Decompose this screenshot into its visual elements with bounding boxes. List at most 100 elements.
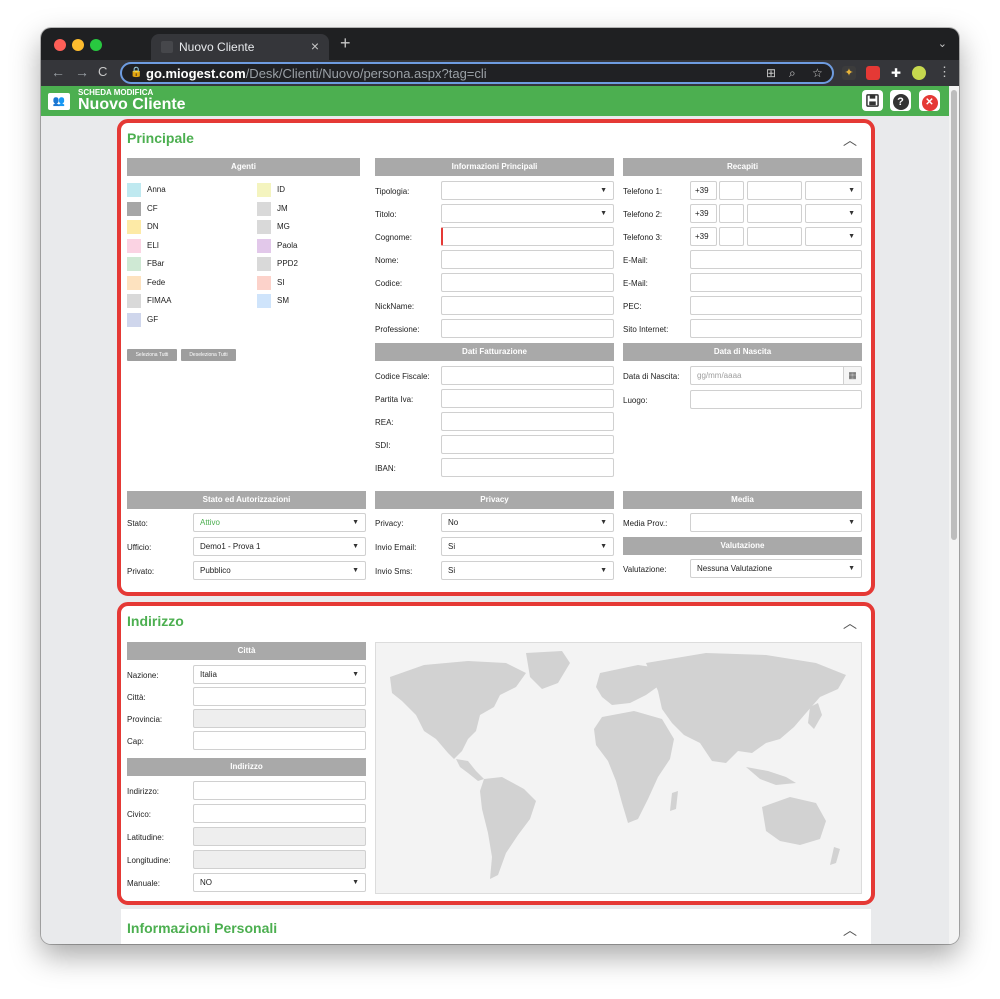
- phone-number-input[interactable]: [747, 181, 802, 200]
- agent-checkbox-dn[interactable]: DN: [127, 220, 247, 234]
- sito-internet-input[interactable]: [690, 319, 862, 338]
- forward-icon[interactable]: →: [75, 64, 89, 80]
- phone-area-input[interactable]: [719, 204, 744, 223]
- agent-checkbox-sm[interactable]: SM: [257, 294, 377, 308]
- ufficio-select[interactable]: Demo1 - Prova 1 ▼: [193, 537, 366, 556]
- agent-checkbox-eli[interactable]: ELI: [127, 238, 247, 253]
- help-button[interactable]: ?: [890, 90, 911, 111]
- phone-prefix-input[interactable]: +39: [690, 204, 717, 223]
- invio-email-select[interactable]: Si ▼: [441, 537, 614, 556]
- page-scrollbar[interactable]: [949, 86, 959, 944]
- address-bar[interactable]: 🔒 go.miogest.com/Desk/Clienti/Nuovo/pers…: [120, 62, 834, 84]
- bookmark-star-icon[interactable]: ☆: [812, 66, 823, 80]
- phone-type-select[interactable]: ▼: [805, 181, 862, 200]
- invio-sms-select[interactable]: Si ▼: [441, 561, 614, 580]
- cap-input[interactable]: [193, 731, 366, 750]
- cognome-input[interactable]: [441, 227, 614, 246]
- phone-area-input[interactable]: [719, 181, 744, 200]
- profile-avatar[interactable]: [912, 66, 926, 80]
- phone-number-input[interactable]: [747, 204, 802, 223]
- phone-type-select[interactable]: ▼: [805, 227, 862, 246]
- agent-color-swatch: [257, 183, 271, 197]
- e-mail-input[interactable]: [690, 273, 862, 292]
- save-button[interactable]: [862, 90, 883, 111]
- sdi-input[interactable]: [441, 435, 614, 454]
- titolo-label: Titolo:: [375, 210, 397, 219]
- agent-label: Anna: [147, 185, 166, 194]
- media-prov-select[interactable]: ▼: [690, 513, 862, 532]
- extensions-puzzle-icon[interactable]: ✚: [889, 66, 903, 80]
- stato-select[interactable]: Attivo ▼: [193, 513, 366, 532]
- collapse-chevron-icon[interactable]: ︿: [843, 920, 857, 940]
- phone-area-input[interactable]: [719, 227, 744, 246]
- agent-checkbox-fimaa[interactable]: FIMAA: [127, 294, 247, 308]
- pec-input[interactable]: [690, 296, 862, 315]
- back-icon[interactable]: ←: [51, 64, 65, 80]
- privacy-select[interactable]: No ▼: [441, 513, 614, 532]
- browser-menu-icon[interactable]: ⋮: [938, 64, 951, 80]
- civico-input[interactable]: [193, 804, 366, 823]
- agent-checkbox-anna[interactable]: Anna: [127, 183, 247, 197]
- nazione-select[interactable]: Italia ▼: [193, 665, 366, 684]
- birthplace-input[interactable]: [690, 390, 862, 409]
- rea-input[interactable]: [441, 412, 614, 431]
- birthdate-input[interactable]: gg/mm/aaaa ▦: [690, 366, 862, 385]
- collapse-chevron-icon[interactable]: ︿: [843, 613, 857, 633]
- tab-search-icon[interactable]: ⌄: [938, 37, 947, 50]
- minimize-window-button[interactable]: [72, 39, 84, 51]
- qr-code-icon[interactable]: ⊞: [766, 66, 776, 80]
- select-all-button[interactable]: Seleziona Tutti: [127, 349, 177, 361]
- agent-checkbox-fede[interactable]: Fede: [127, 275, 247, 290]
- agent-checkbox-fbar[interactable]: FBar: [127, 257, 247, 271]
- agent-color-swatch: [127, 275, 141, 290]
- iban-input[interactable]: [441, 458, 614, 477]
- tab-nuovo-cliente[interactable]: Nuovo Cliente ×: [151, 34, 329, 60]
- agent-checkbox-cf[interactable]: CF: [127, 201, 247, 216]
- phone-prefix-input[interactable]: +39: [690, 227, 717, 246]
- agent-checkbox-paola[interactable]: Paola: [257, 238, 377, 253]
- stato-header: Stato ed Autorizzazioni: [127, 491, 366, 509]
- nickname-input[interactable]: [441, 296, 614, 315]
- phone-type-select[interactable]: ▼: [805, 204, 862, 223]
- calendar-icon[interactable]: ▦: [843, 367, 861, 384]
- extension-calendar-icon[interactable]: [866, 66, 880, 80]
- codice-fiscale-input[interactable]: [441, 366, 614, 385]
- close-form-button[interactable]: ✕: [919, 90, 940, 111]
- new-tab-button[interactable]: +: [340, 33, 351, 54]
- tipologia-select[interactable]: ▼: [441, 181, 614, 200]
- close-window-button[interactable]: [54, 39, 66, 51]
- agent-checkbox-mg[interactable]: MG: [257, 220, 377, 234]
- codice-input[interactable]: [441, 273, 614, 292]
- nome-input[interactable]: [441, 250, 614, 269]
- collapse-chevron-icon[interactable]: ︿: [843, 130, 857, 150]
- agent-checkbox-jm[interactable]: JM: [257, 201, 377, 216]
- citt-input[interactable]: [193, 687, 366, 706]
- manuale-select[interactable]: NO ▼: [193, 873, 366, 892]
- valutazione-select[interactable]: Nessuna Valutazione ▼: [690, 559, 862, 578]
- agent-checkbox-si[interactable]: SI: [257, 275, 377, 290]
- agent-checkbox-ppd2[interactable]: PPD2: [257, 257, 377, 271]
- dropdown-caret-icon: ▼: [600, 210, 607, 217]
- reload-icon[interactable]: C: [98, 64, 107, 79]
- world-map[interactable]: [375, 642, 862, 894]
- professione-input[interactable]: [441, 319, 614, 338]
- field-value: Attivo: [200, 518, 221, 527]
- agent-checkbox-id[interactable]: ID: [257, 183, 377, 197]
- field-value: No: [448, 518, 459, 527]
- provincia-label: Provincia:: [127, 715, 163, 724]
- scrollbar-thumb[interactable]: [951, 90, 957, 540]
- partita-iva-input[interactable]: [441, 389, 614, 408]
- agent-checkbox-gf[interactable]: GF: [127, 312, 247, 327]
- indirizzo-input[interactable]: [193, 781, 366, 800]
- e-mail-input[interactable]: [690, 250, 862, 269]
- privato-select[interactable]: Pubblico ▼: [193, 561, 366, 580]
- deselect-all-button[interactable]: Deseleziona Tutti: [181, 349, 236, 361]
- extension-icon[interactable]: ✦: [842, 66, 856, 80]
- zoom-icon[interactable]: ⌕: [789, 66, 796, 81]
- media-header: Media: [623, 491, 862, 509]
- phone-prefix-input[interactable]: +39: [690, 181, 717, 200]
- maximize-window-button[interactable]: [90, 39, 102, 51]
- titolo-select[interactable]: ▼: [441, 204, 614, 223]
- tab-close-icon[interactable]: ×: [311, 38, 319, 54]
- phone-number-input[interactable]: [747, 227, 802, 246]
